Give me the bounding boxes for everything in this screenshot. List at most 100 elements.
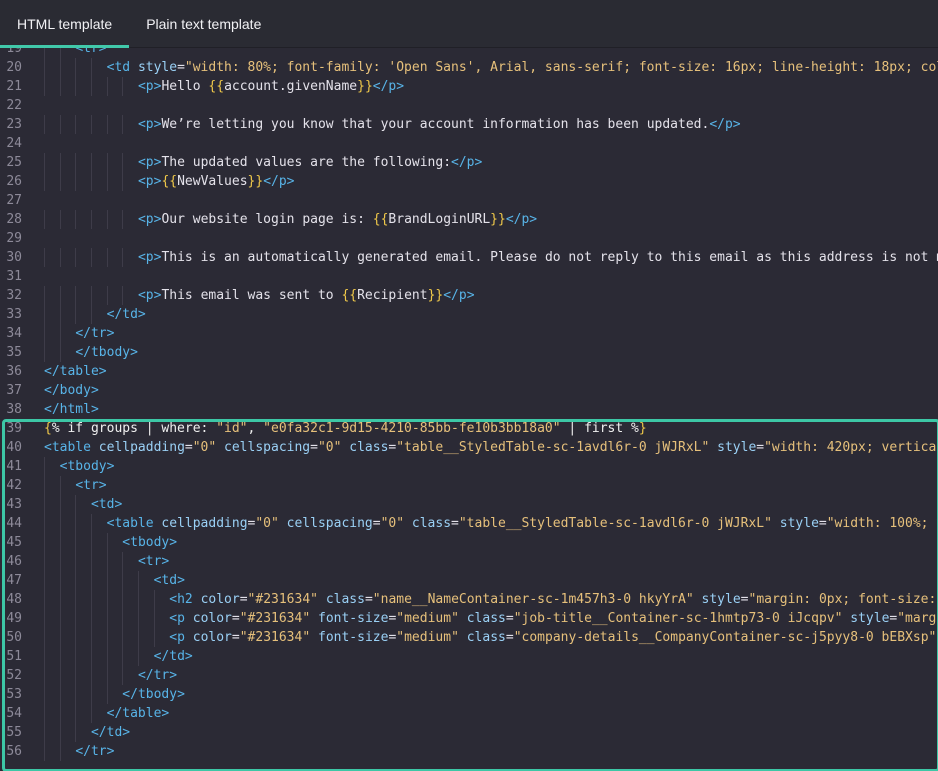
code-token: "company-details__CompanyContainer-sc-j5… (513, 630, 937, 645)
code-token: = (372, 516, 381, 531)
code-token: </tbody> (75, 345, 138, 360)
code-line: 25 <p>The updated values are the followin… (0, 153, 938, 172)
indent-guide (122, 609, 124, 628)
code-text: </tr> (75, 742, 114, 761)
indent-guide (44, 210, 45, 229)
tab-plain-text-template[interactable]: Plain text template (129, 0, 278, 47)
code-line: 37 </body> (0, 381, 938, 400)
code-text: <td> (91, 495, 122, 514)
indent-guide (75, 58, 77, 77)
indent-guide (59, 248, 61, 267)
code-line: 22 (0, 96, 938, 115)
indent-guide (59, 704, 61, 723)
indent-guide (44, 324, 45, 343)
indent-guide (75, 628, 77, 647)
indent-guide (122, 248, 124, 267)
code-text: </td> (154, 647, 193, 666)
indent-guide (44, 685, 45, 704)
indent-guide (137, 590, 139, 609)
code-token: class (411, 516, 452, 531)
line-number: 29 (6, 231, 22, 246)
code-token: "table__StyledTable-sc-1avdl6r-0 jWJRxL" (458, 516, 772, 531)
code-line: 51 </td> (0, 647, 938, 666)
code-line: 49 <p color="#231634" font-size="medium" … (0, 609, 938, 628)
line-number: 52 (6, 668, 22, 683)
indent-guide (90, 704, 92, 723)
indent-guide (106, 590, 108, 609)
indent-guide (59, 343, 61, 362)
indent-guide (122, 153, 124, 172)
code-line: 53 </tbody> (0, 685, 938, 704)
line-number: 28 (6, 212, 22, 227)
code-line: 39 {% if groups | where: "id", "e0fa32c1-… (0, 419, 938, 438)
indent-guide (137, 647, 139, 666)
code-token: "0" (192, 440, 217, 455)
code-token: "width: 100%; ve (826, 516, 938, 531)
code-token: "0" (255, 516, 279, 531)
code-line: 40 <table cellpadding="0" cellspacing="0"… (0, 438, 938, 457)
code-text: <p color="#231634" font-size="medium" cl… (169, 609, 938, 628)
code-text: {% if groups | where: "id", "e0fa32c1-9d… (44, 419, 647, 438)
code-token: "name__NameContainer-sc-1m457h3-0 hkyYrA… (372, 592, 694, 607)
indent-guide (59, 514, 61, 533)
code-token: = (505, 630, 514, 645)
code-line: 45 <tbody> (0, 533, 938, 552)
indent-guide (59, 324, 61, 343)
indent-guide (90, 514, 92, 533)
indent-guide (90, 666, 92, 685)
tab-html-template[interactable]: HTML template (0, 0, 130, 48)
indent-guide (90, 153, 92, 172)
indent-guide (59, 495, 61, 514)
code-line: 38 </html> (0, 400, 938, 419)
indent-guide (44, 552, 45, 571)
code-token: <p (169, 630, 193, 645)
code-token: <tr> (75, 478, 107, 493)
indent-guide (106, 115, 108, 134)
code-token: This is an automatically generated email… (161, 250, 938, 265)
code-token: <table (106, 516, 162, 531)
indent-guide (90, 248, 92, 267)
code-line: 29 (0, 229, 938, 248)
indent-guide (75, 552, 77, 571)
indent-guide (59, 48, 61, 58)
code-text: <table cellpadding="0" cellspacing="0" c… (44, 438, 938, 457)
line-number: 25 (6, 155, 22, 170)
code-token: </p> (451, 155, 483, 170)
indent-guide (106, 647, 108, 666)
indent-guide (44, 704, 45, 723)
code-token: = (756, 440, 765, 455)
code-token: font-size (318, 630, 389, 645)
code-token: account.givenName (224, 79, 358, 94)
indent-guide (44, 48, 45, 58)
code-token: We’re letting you know that your account… (161, 117, 710, 132)
code-token: class (466, 611, 506, 626)
indent-guide (75, 666, 77, 685)
code-token: }} (247, 174, 264, 189)
line-number: 35 (6, 345, 22, 360)
indent-guide (90, 172, 92, 191)
indent-guide (44, 495, 45, 514)
indent-guide (90, 286, 92, 305)
line-number: 32 (6, 288, 22, 303)
line-number: 44 (6, 516, 22, 531)
indent-guide (75, 495, 77, 514)
indent-guide (106, 248, 108, 267)
code-token: = (451, 516, 459, 531)
indent-guide (75, 210, 77, 229)
code-editor[interactable]: 19 <tr> 20 <td style="width: 80%; font-fami… (0, 48, 938, 771)
code-line: 33 </td> (0, 305, 938, 324)
indent-guide (44, 305, 45, 324)
indent-guide (59, 571, 61, 590)
code-token: <tr> (75, 48, 107, 56)
code-token: color (200, 592, 240, 607)
code-token: }} (427, 288, 444, 303)
line-number: 26 (6, 174, 22, 189)
code-token: = (740, 592, 749, 607)
code-token: {{ (208, 79, 225, 94)
indent-guide (75, 77, 77, 96)
line-number: 30 (6, 250, 22, 265)
code-token: "medium" (396, 611, 459, 626)
